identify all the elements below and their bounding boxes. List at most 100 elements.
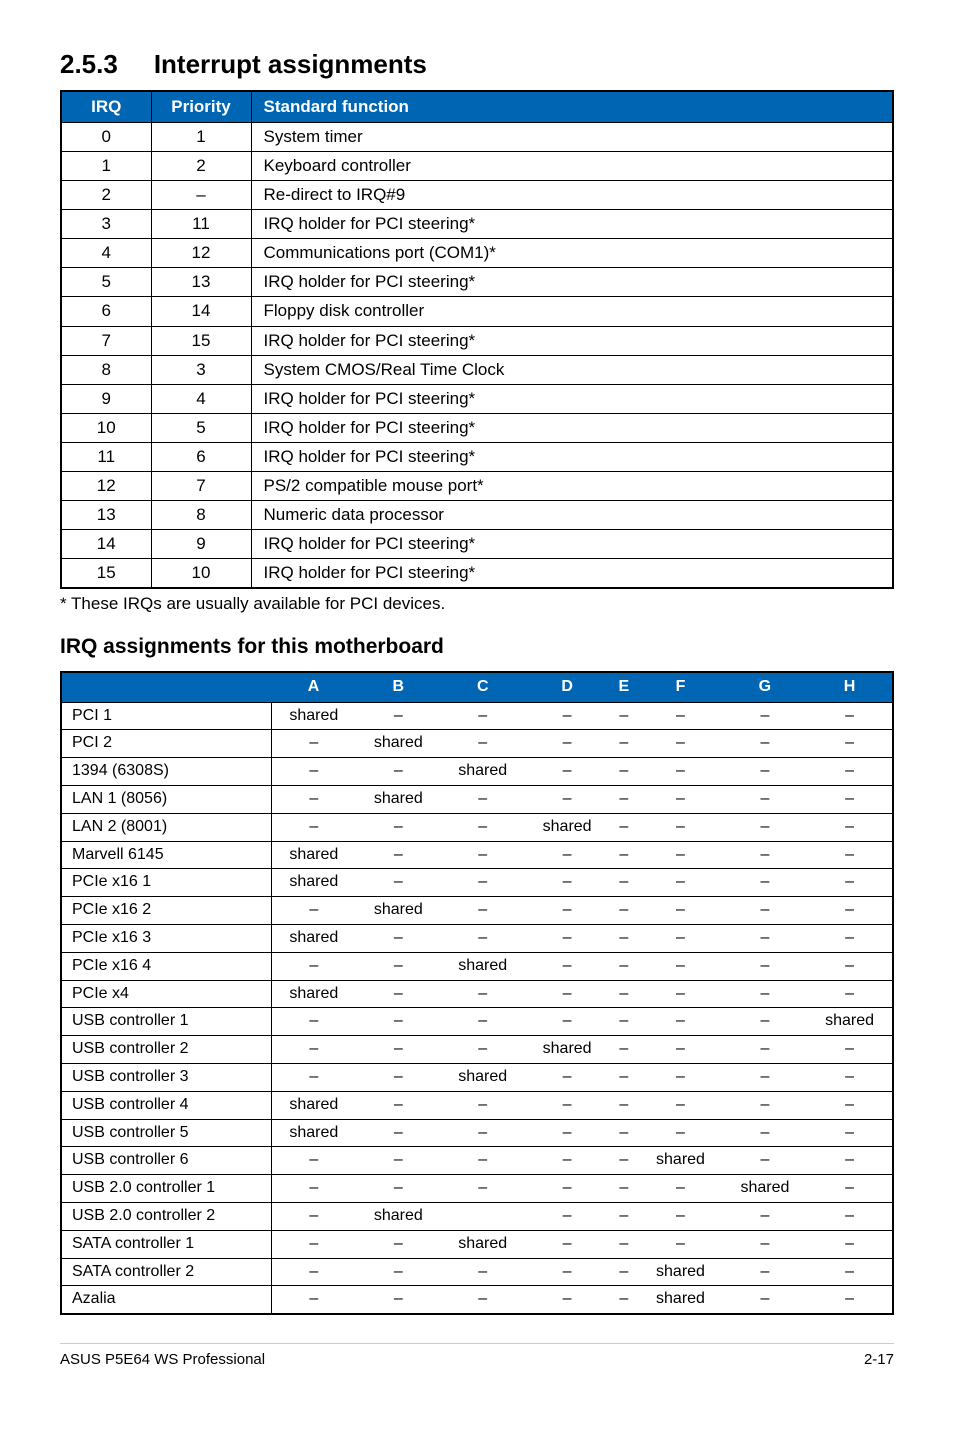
cell: 7	[61, 326, 151, 355]
table-row: 01System timer	[61, 122, 893, 151]
cell: –	[638, 924, 722, 952]
cell: –	[271, 897, 356, 925]
cell: –	[271, 813, 356, 841]
cell: 2	[61, 181, 151, 210]
table-row: USB controller 6–––––shared––	[61, 1147, 893, 1175]
row-label: PCIe x4	[61, 980, 271, 1008]
table-row: PCI 1shared–––––––	[61, 702, 893, 730]
cell: –	[807, 841, 893, 869]
cell: –	[271, 952, 356, 980]
cell: –	[525, 897, 609, 925]
cell: –	[441, 1091, 525, 1119]
table-row: USB controller 3––shared–––––	[61, 1063, 893, 1091]
cell: –	[638, 758, 722, 786]
cell: shared	[271, 924, 356, 952]
cell: –	[609, 924, 638, 952]
cell: –	[271, 1230, 356, 1258]
table-row: 412Communications port (COM1)*	[61, 239, 893, 268]
cell: –	[356, 924, 440, 952]
row-label: Marvell 6145	[61, 841, 271, 869]
cell: –	[441, 813, 525, 841]
cell: –	[356, 1258, 440, 1286]
cell: 2	[151, 151, 251, 180]
cell: –	[271, 1202, 356, 1230]
cell: –	[807, 1119, 893, 1147]
cell: –	[356, 841, 440, 869]
cell: –	[356, 1119, 440, 1147]
cell: 3	[151, 355, 251, 384]
cell: –	[525, 1286, 609, 1314]
cell: –	[723, 1230, 807, 1258]
table-row: USB controller 2–––shared––––	[61, 1036, 893, 1064]
row-label: PCIe x16 4	[61, 952, 271, 980]
cell: –	[525, 1202, 609, 1230]
table-row: 105IRQ holder for PCI steering*	[61, 413, 893, 442]
irq-table: IRQ Priority Standard function 01System …	[60, 90, 894, 590]
cell: shared	[441, 952, 525, 980]
cell: IRQ holder for PCI steering*	[251, 442, 893, 471]
cell: –	[638, 952, 722, 980]
cell: –	[441, 980, 525, 1008]
cell: –	[723, 1063, 807, 1091]
cell: 1	[61, 151, 151, 180]
cell: –	[525, 1063, 609, 1091]
cell: –	[723, 980, 807, 1008]
cell: shared	[723, 1175, 807, 1203]
row-label: PCI 2	[61, 730, 271, 758]
cell: –	[723, 1036, 807, 1064]
cell: –	[609, 980, 638, 1008]
cell: 10	[151, 559, 251, 589]
cell: –	[807, 1036, 893, 1064]
assign-header-col: A	[271, 672, 356, 702]
row-label: USB controller 6	[61, 1147, 271, 1175]
footer-right: 2-17	[864, 1350, 894, 1370]
cell: –	[638, 785, 722, 813]
cell: –	[609, 813, 638, 841]
cell: –	[609, 1147, 638, 1175]
assign-header-blank	[61, 672, 271, 702]
cell	[441, 1202, 525, 1230]
row-label: USB controller 4	[61, 1091, 271, 1119]
cell: –	[609, 1008, 638, 1036]
irq-header-priority: Priority	[151, 91, 251, 123]
cell: –	[807, 813, 893, 841]
table-row: SATA controller 1––shared–––––	[61, 1230, 893, 1258]
cell: 4	[61, 239, 151, 268]
table-row: 1394 (6308S)––shared–––––	[61, 758, 893, 786]
section-heading: 2.5.3 Interrupt assignments	[60, 48, 894, 82]
row-label: PCIe x16 1	[61, 869, 271, 897]
table-row: USB 2.0 controller 1––––––shared–	[61, 1175, 893, 1203]
table-row: 12Keyboard controller	[61, 151, 893, 180]
cell: –	[525, 730, 609, 758]
cell: –	[807, 1258, 893, 1286]
cell: –	[609, 1119, 638, 1147]
irq-header-irq: IRQ	[61, 91, 151, 123]
cell: –	[525, 702, 609, 730]
cell: –	[609, 1091, 638, 1119]
cell: 12	[61, 472, 151, 501]
cell: –	[807, 1091, 893, 1119]
cell: –	[609, 702, 638, 730]
cell: –	[441, 1175, 525, 1203]
assign-header-col: B	[356, 672, 440, 702]
cell: shared	[441, 1230, 525, 1258]
cell: –	[723, 897, 807, 925]
cell: –	[525, 1147, 609, 1175]
cell: –	[356, 1230, 440, 1258]
table-row: Azalia–––––shared––	[61, 1286, 893, 1314]
cell: –	[723, 1091, 807, 1119]
assignments-table: ABCDEFGH PCI 1shared–––––––PCI 2–shared–…	[60, 671, 894, 1315]
irq-table-header-row: IRQ Priority Standard function	[61, 91, 893, 123]
table-row: 127PS/2 compatible mouse port*	[61, 472, 893, 501]
cell: –	[441, 897, 525, 925]
cell: –	[807, 869, 893, 897]
cell: –	[356, 980, 440, 1008]
row-label: PCIe x16 3	[61, 924, 271, 952]
cell: 15	[151, 326, 251, 355]
cell: 6	[151, 442, 251, 471]
table-row: 2–Re-direct to IRQ#9	[61, 181, 893, 210]
table-row: PCI 2–shared––––––	[61, 730, 893, 758]
cell: –	[723, 1119, 807, 1147]
cell: –	[356, 1091, 440, 1119]
table-row: PCIe x16 4––shared–––––	[61, 952, 893, 980]
